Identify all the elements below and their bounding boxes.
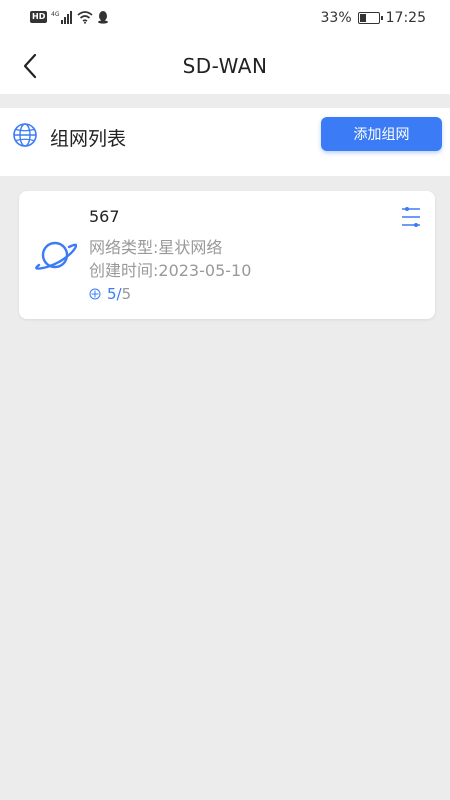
planet-icon (35, 241, 77, 270)
node-count: 5 / 5 (89, 285, 131, 303)
network-name: 567 (89, 207, 120, 226)
nav-bar: SD-WAN (0, 38, 450, 94)
network-type: 4G (51, 11, 60, 18)
add-network-button[interactable]: 添加组网 (321, 117, 442, 151)
node-icon (89, 288, 101, 300)
wifi-icon (77, 11, 93, 24)
network-type: 网络类型:星状网络 (89, 238, 223, 257)
status-bar: HD 4G 33% 17:25 (0, 0, 450, 38)
globe-icon (13, 123, 37, 147)
status-bar-left: HD 4G (30, 10, 109, 24)
network-created-date: 创建时间:2023-05-10 (89, 261, 252, 280)
status-bar-right: 33% 17:25 (321, 10, 426, 26)
network-card[interactable]: 567 网络类型:星状网络 创建时间:2023-05-10 5 / 5 (19, 191, 435, 319)
battery-icon (357, 12, 383, 24)
online-count: 5 (107, 285, 117, 303)
hd-badge: HD (30, 11, 48, 23)
settings-sliders-icon[interactable] (400, 205, 422, 229)
signal-icon: 4G (51, 11, 73, 24)
battery-percentage: 33% (320, 10, 352, 26)
section-title: 组网列表 (50, 128, 127, 150)
total-count: 5 (121, 285, 132, 303)
qq-notification-icon (98, 11, 109, 24)
page-title: SD-WAN (182, 54, 268, 78)
clock: 17:25 (385, 10, 426, 26)
section-header: 组网列表 添加组网 (0, 108, 450, 176)
